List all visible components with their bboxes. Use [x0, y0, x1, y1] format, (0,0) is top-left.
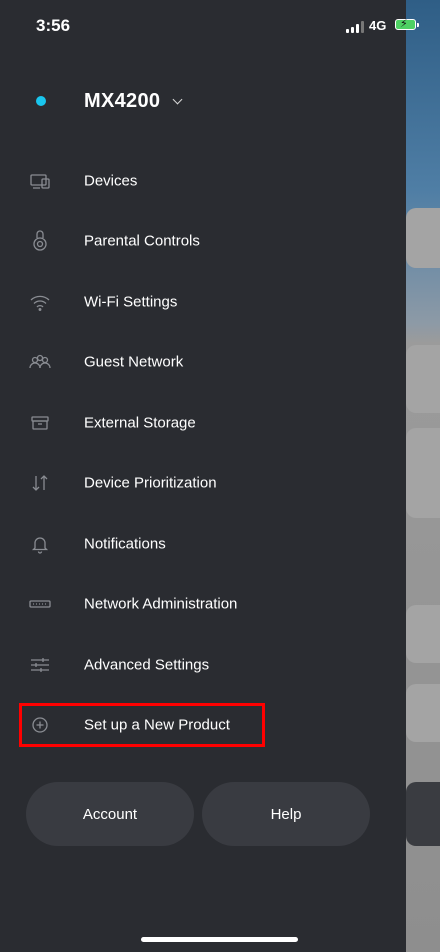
menu-item-label: Advanced Settings	[84, 656, 210, 674]
menu-item-label: Network Administration	[84, 595, 238, 613]
background-card	[406, 208, 440, 268]
battery-icon: ⚡	[395, 18, 419, 30]
status-time: 3:56	[36, 16, 71, 35]
prioritization-icon	[28, 471, 52, 495]
menu-item-label: External Storage	[84, 414, 196, 432]
chevron-down-icon[interactable]	[172, 94, 183, 105]
menu-item-wifi-settings[interactable]: Wi-Fi Settings	[0, 272, 406, 332]
status-bar: 3:56 4G ⚡	[0, 0, 440, 50]
menu-item-parental-controls[interactable]: Parental Controls	[0, 211, 406, 271]
menu-item-external-storage[interactable]: External Storage	[0, 393, 406, 453]
background-card	[406, 345, 440, 413]
background-card	[406, 782, 440, 846]
account-button[interactable]: Account	[26, 782, 194, 846]
router-status-dot	[36, 96, 46, 106]
parental-controls-icon	[28, 229, 52, 253]
navigation-drawer: MX4200 Devices Parental Controls Wi-Fi S…	[0, 0, 406, 952]
devices-icon	[28, 169, 52, 193]
home-indicator[interactable]	[141, 937, 298, 942]
cellular-signal-icon	[346, 21, 366, 33]
sliders-icon	[28, 653, 52, 677]
menu-item-notifications[interactable]: Notifications	[0, 514, 406, 574]
external-storage-icon	[28, 411, 52, 435]
menu-item-guest-network[interactable]: Guest Network	[0, 332, 406, 392]
menu-item-label: Devices	[84, 172, 138, 190]
menu-item-devices[interactable]: Devices	[0, 151, 406, 211]
wifi-icon	[28, 290, 52, 314]
menu-item-label: Parental Controls	[84, 232, 200, 250]
help-button[interactable]: Help	[202, 782, 370, 846]
highlight-box	[19, 703, 265, 747]
menu-item-label: Guest Network	[84, 353, 184, 371]
network-type: 4G	[369, 18, 387, 33]
background-card	[406, 428, 440, 518]
menu-item-label: Device Prioritization	[84, 474, 217, 492]
menu-item-device-prioritization[interactable]: Device Prioritization	[0, 453, 406, 513]
menu-item-label: Wi-Fi Settings	[84, 293, 178, 311]
menu-item-advanced-settings[interactable]: Advanced Settings	[0, 635, 406, 695]
menu-item-label: Notifications	[84, 535, 166, 553]
menu-item-network-administration[interactable]: Network Administration	[0, 574, 406, 634]
router-icon	[28, 592, 52, 616]
background-card	[406, 684, 440, 742]
guest-network-icon	[28, 350, 52, 374]
background-card	[406, 605, 440, 663]
router-name[interactable]: MX4200	[84, 90, 160, 113]
bell-icon	[28, 532, 52, 556]
